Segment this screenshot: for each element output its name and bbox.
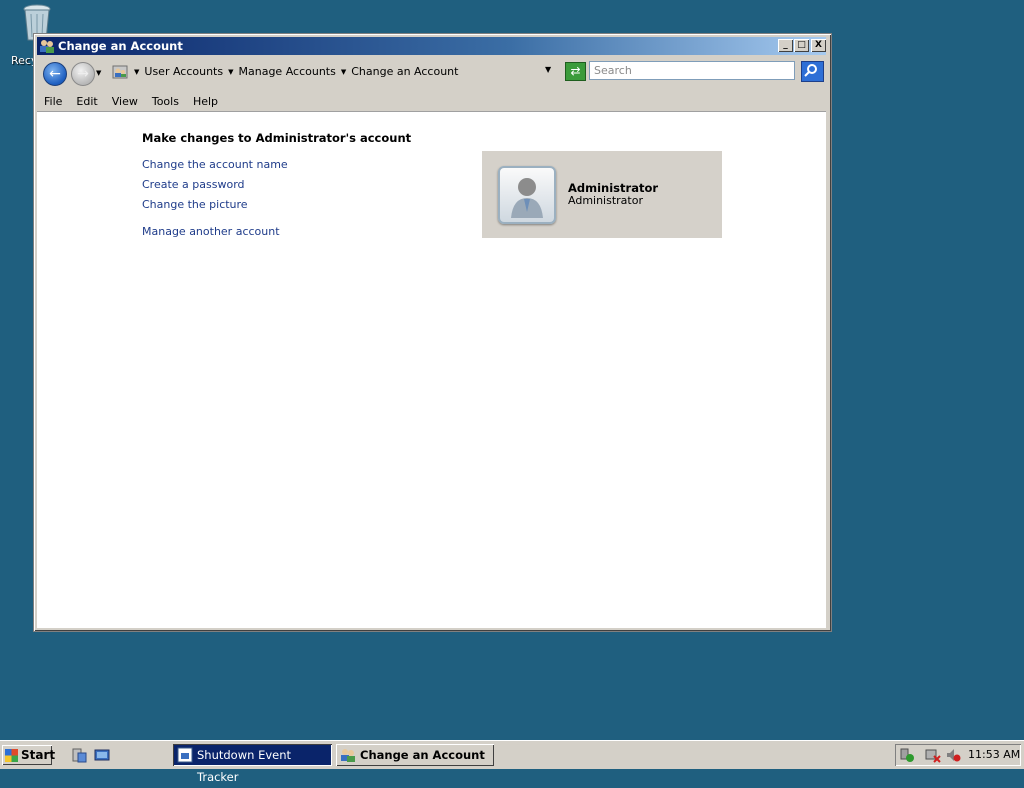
forward-arrow-icon: → [77,66,89,82]
breadcrumb-separator-icon[interactable]: ▼ [341,68,346,76]
network-status-icon[interactable] [899,747,915,763]
manage-another-account-link[interactable]: Manage another account [142,225,280,238]
navigation-toolbar: ← → ▼ ▼ User Accounts ▼ Manage Accounts … [37,56,826,90]
forward-button[interactable]: → [71,62,95,86]
create-password-link[interactable]: Create a password [142,178,245,191]
user-accounts-icon [341,749,355,762]
close-button[interactable]: X [811,39,826,52]
recent-pages-dropdown-icon[interactable]: ▼ [96,69,101,77]
window-title: Change an Account [58,39,183,53]
account-type: Administrator [568,194,643,207]
maximize-button[interactable]: □ [794,39,809,52]
search-icon [804,64,817,77]
change-picture-link[interactable]: Change the picture [142,198,248,211]
menu-file[interactable]: File [37,95,69,108]
network-disconnected-icon[interactable] [925,747,941,763]
search-button[interactable] [801,61,824,82]
refresh-icon: ⇄ [570,64,581,78]
taskbar-item-label: Shutdown Event Tracker [197,748,292,784]
control-panel-icon [112,65,128,78]
start-button[interactable]: Start [2,745,56,765]
taskbar-item-shutdown-event-tracker[interactable]: Shutdown Event Tracker [173,744,332,784]
avatar [498,166,556,224]
menu-bar: File Edit View Tools Help [37,91,826,111]
back-arrow-icon: ← [49,66,61,82]
breadcrumb-change-account[interactable]: Change an Account [351,65,458,78]
address-bar[interactable]: ▼ User Accounts ▼ Manage Accounts ▼ Chan… [110,61,555,82]
menu-edit[interactable]: Edit [69,95,104,108]
content-pane: Make changes to Administrator's account … [37,111,826,628]
search-input[interactable] [589,61,795,80]
change-account-window: Change an Account _ □ X ← → ▼ ▼ User Acc… [33,33,832,632]
user-accounts-icon [40,40,54,53]
start-label: Start [21,748,56,762]
breadcrumb-separator-icon[interactable]: ▼ [134,68,139,76]
breadcrumb-manage-accounts[interactable]: Manage Accounts [239,65,336,78]
menu-help[interactable]: Help [186,95,225,108]
server-manager-icon[interactable] [71,747,87,763]
page-heading: Make changes to Administrator's account [142,131,412,145]
windows-flag-icon [5,749,18,762]
title-bar[interactable]: Change an Account _ □ X [37,37,826,55]
back-button[interactable]: ← [43,62,67,86]
minimize-button[interactable]: _ [778,39,793,52]
breadcrumb: ▼ User Accounts ▼ Manage Accounts ▼ Chan… [110,61,461,82]
change-account-name-link[interactable]: Change the account name [142,158,288,171]
refresh-button[interactable]: ⇄ [565,62,586,81]
account-name: Administrator [568,181,659,195]
menu-tools[interactable]: Tools [145,95,186,108]
system-tray: 11:53 AM [895,744,1021,766]
shutdown-tracker-icon [177,747,193,763]
breadcrumb-separator-icon[interactable]: ▼ [228,68,233,76]
show-desktop-icon[interactable] [94,747,110,763]
taskbar: Start Shutdown Event Tracker Change an A… [0,740,1024,784]
volume-muted-icon[interactable] [945,747,961,763]
breadcrumb-user-accounts[interactable]: User Accounts [144,65,223,78]
account-card: Administrator Administrator [482,151,722,238]
clock: 11:53 AM [968,748,1021,761]
taskbar-item-change-account[interactable]: Change an Account [336,744,494,766]
taskbar-item-label: Change an Account [360,748,485,762]
address-dropdown-icon[interactable]: ▼ [545,65,551,74]
user-avatar-icon [511,178,543,218]
menu-view[interactable]: View [105,95,145,108]
